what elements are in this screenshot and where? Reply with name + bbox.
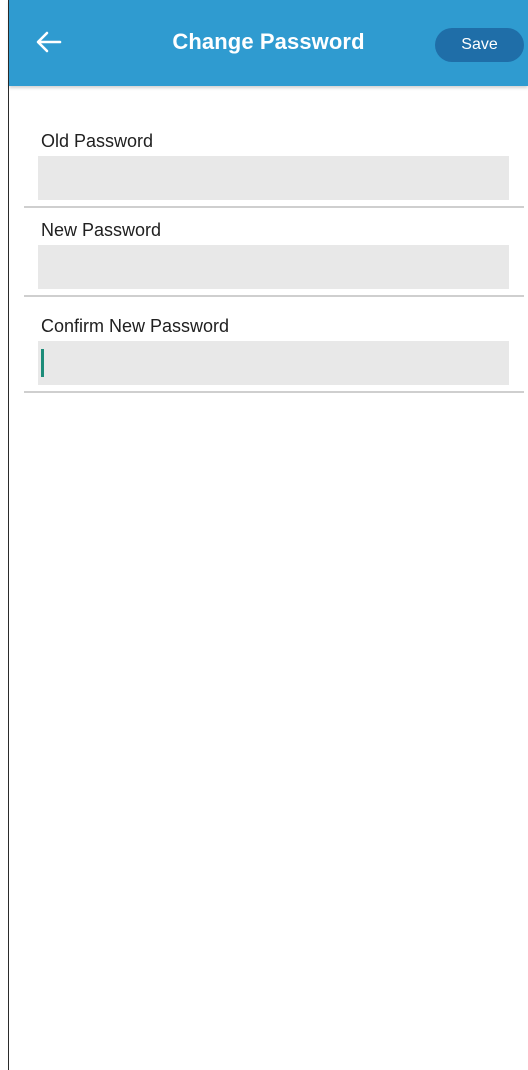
old-password-field-box — [38, 156, 509, 200]
new-password-divider — [24, 295, 524, 297]
save-button[interactable]: Save — [435, 28, 524, 62]
old-password-input[interactable] — [38, 156, 509, 200]
confirm-password-divider — [24, 391, 524, 393]
confirm-password-field-box — [38, 341, 509, 385]
new-password-field-box — [38, 245, 509, 289]
new-password-input[interactable] — [38, 245, 509, 289]
old-password-label: Old Password — [41, 131, 154, 151]
confirm-password-input[interactable] — [38, 341, 509, 385]
text-cursor — [41, 349, 44, 377]
confirm-password-label: Confirm New Password — [41, 316, 230, 336]
old-password-divider — [24, 206, 524, 208]
new-password-label: New Password — [41, 220, 162, 240]
app-bar: Change Password Save — [9, 0, 528, 86]
screen-left-border — [8, 0, 9, 1070]
